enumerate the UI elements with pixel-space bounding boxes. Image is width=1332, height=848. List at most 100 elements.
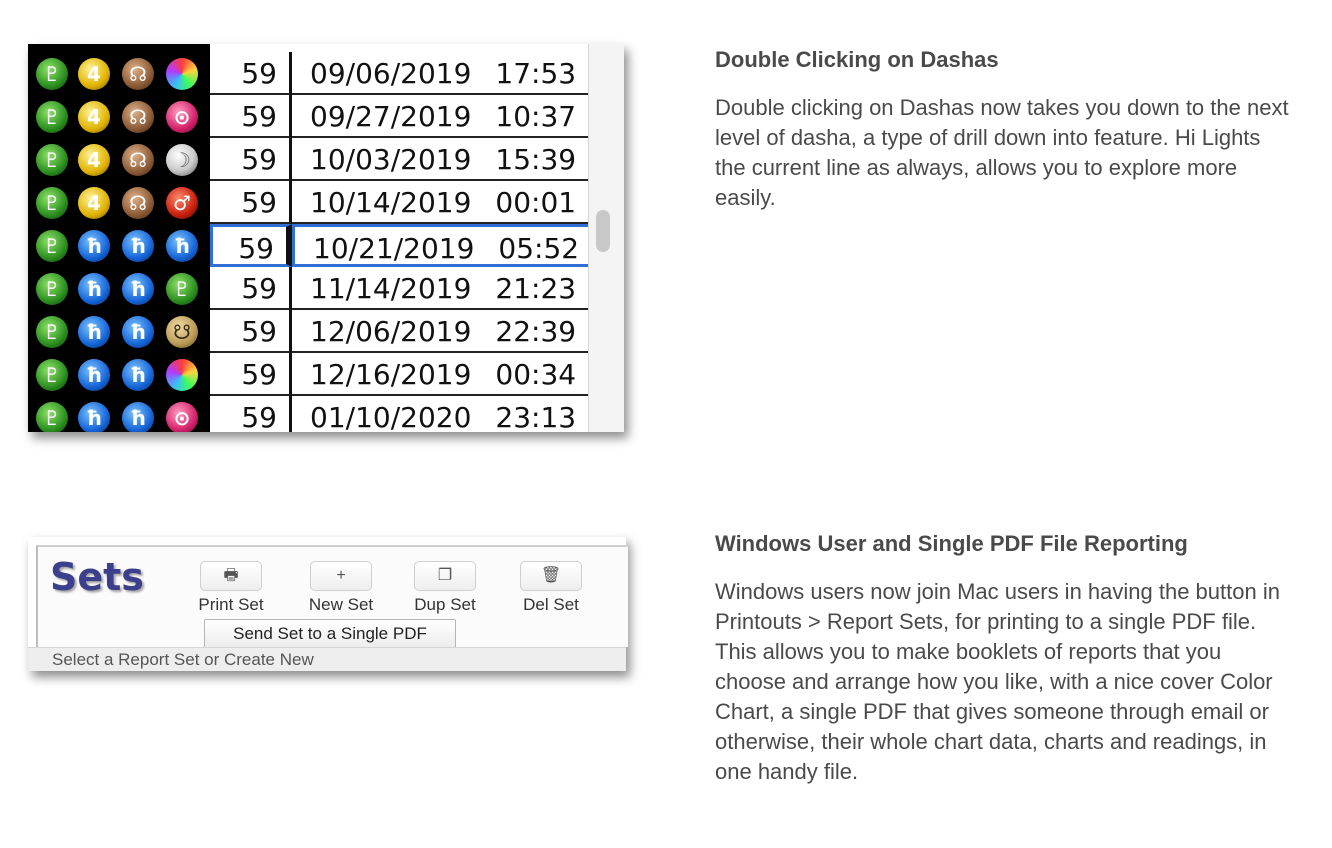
send-to-single-pdf-button[interactable]: Send Set to a Single PDF: [204, 619, 456, 649]
dasha-datetime-cell: 10/14/2019 00:01: [292, 181, 588, 224]
pluto-icon: ♇: [36, 58, 68, 90]
saturn-icon: ħ: [78, 359, 110, 391]
ketu-icon: ☋: [166, 316, 198, 348]
mars-icon: ♂: [166, 187, 198, 219]
dasha-datetime-cell: 01/10/2020 23:13: [292, 396, 588, 432]
print-set-button[interactable]: 🖶 Print Set: [196, 561, 266, 615]
dasha-icon-row: ♇ ħ ħ ħ: [28, 224, 210, 267]
rahu-icon: ☊: [122, 187, 154, 219]
dasha-time: 05:52: [498, 232, 580, 265]
printer-icon: 🖶: [200, 561, 262, 591]
dasha-icon-row: ♇ 4 ☊ ♂: [28, 181, 210, 224]
scrollbar-thumb[interactable]: [596, 210, 610, 252]
section-heading: Windows User and Single PDF File Reporti…: [715, 531, 1188, 556]
dasha-datetime-cell: 12/06/2019 22:39: [292, 310, 588, 353]
new-set-button[interactable]: + New Set: [306, 561, 376, 615]
pluto-icon: ♇: [36, 359, 68, 391]
dasha-time: 23:13: [495, 401, 577, 432]
trash-icon: 🗑: [520, 561, 582, 591]
print-set-label: Print Set: [198, 595, 264, 614]
dasha-row[interactable]: 59 09/27/2019 10:37: [210, 95, 588, 138]
dup-set-button[interactable]: ❐ Dup Set: [410, 561, 480, 615]
dasha-date: 09/27/2019: [310, 100, 472, 133]
pluto-icon: ♇: [36, 101, 68, 133]
dasha-date: 12/06/2019: [310, 315, 472, 348]
sun-icon: ⊙: [166, 101, 198, 133]
jupiter-icon: 4: [78, 58, 110, 90]
dasha-icon-row: ♇ ħ ħ ☋: [28, 310, 210, 353]
section-body: Double clicking on Dashas now takes you …: [715, 95, 1289, 210]
dasha-icon-row: ♇ 4 ☊ ☽: [28, 138, 210, 181]
pluto-icon: ♇: [36, 144, 68, 176]
section-body: Windows users now join Mac users in havi…: [715, 579, 1280, 784]
dasha-datetime-cell: 10/21/2019 05:52: [292, 224, 588, 267]
saturn-icon: ħ: [166, 230, 198, 262]
dasha-date: 01/10/2020: [310, 401, 472, 432]
dasha-row[interactable]: 59 01/10/2020 23:13: [210, 396, 588, 432]
dasha-time: 00:34: [495, 358, 577, 391]
dasha-table-panel: ♇ 4 ☊ ♇ 4 ☊ ⊙ ♇ 4 ☊ ☽ ♇ 4 ☊ ♂ ♇ ħ ħ ħ ♇ ħ ħ ♇ ♇ ħ ħ ☋ ♇ ħ ħ ♇ ħ ħ ⊙ 59 09/…: [28, 44, 624, 432]
saturn-icon: ħ: [78, 402, 110, 432]
dasha-datetime-cell: 09/27/2019 10:37: [292, 95, 588, 138]
dasha-time: 00:01: [495, 186, 577, 219]
sets-toolbar-panel: Sets 🖶 Print Set + New Set ❐ Dup Set 🗑 D…: [28, 537, 628, 671]
saturn-icon: ħ: [78, 316, 110, 348]
pluto-icon: ♇: [166, 273, 198, 305]
moon-icon: ☽: [166, 144, 198, 176]
dasha-date: 10/03/2019: [310, 143, 472, 176]
saturn-icon: ħ: [122, 316, 154, 348]
dasha-number-cell: 59: [210, 353, 292, 396]
dasha-icon-row: ♇ 4 ☊ ⊙: [28, 95, 210, 138]
section-windows-pdf: Windows User and Single PDF File Reporti…: [715, 529, 1295, 787]
sun-icon: ⊙: [166, 402, 198, 432]
dasha-row[interactable]: 59 09/06/2019 17:53: [210, 52, 588, 95]
dasha-row-selected[interactable]: 59 10/21/2019 05:52: [210, 224, 588, 267]
pluto-icon: ♇: [36, 187, 68, 219]
status-bar: Select a Report Set or Create New: [28, 647, 626, 671]
plus-icon: +: [310, 561, 372, 591]
duplicate-icon: ❐: [414, 561, 476, 591]
venus-icon: [166, 58, 198, 90]
saturn-icon: ħ: [122, 402, 154, 432]
dasha-row[interactable]: 59 10/03/2019 15:39: [210, 138, 588, 181]
section-double-clicking: Double Clicking on Dashas Double clickin…: [715, 45, 1295, 213]
saturn-icon: ħ: [122, 230, 154, 262]
dasha-time: 22:39: [495, 315, 577, 348]
dasha-datetime-cell: 09/06/2019 17:53: [292, 52, 588, 95]
dasha-number-cell: 59: [210, 138, 292, 181]
pluto-icon: ♇: [36, 230, 68, 262]
rahu-icon: ☊: [122, 144, 154, 176]
dasha-date: 10/14/2019: [310, 186, 472, 219]
dasha-number-cell: 59: [210, 52, 292, 95]
dasha-icon-row: ♇ 4 ☊: [28, 52, 210, 95]
jupiter-icon: 4: [78, 187, 110, 219]
section-heading: Double Clicking on Dashas: [715, 47, 999, 72]
dasha-date: 10/21/2019: [313, 232, 475, 265]
venus-icon: [166, 359, 198, 391]
dasha-icon-row: ♇ ħ ħ: [28, 353, 210, 396]
dasha-time: 15:39: [495, 143, 577, 176]
del-set-button[interactable]: 🗑 Del Set: [516, 561, 586, 615]
dasha-time: 21:23: [495, 272, 577, 305]
dasha-number-cell: 59: [210, 267, 292, 310]
saturn-icon: ħ: [122, 359, 154, 391]
dasha-number-cell: 59: [210, 181, 292, 224]
pluto-icon: ♇: [36, 273, 68, 305]
dasha-number-cell: 59: [210, 396, 292, 432]
dasha-datetime-cell: 12/16/2019 00:34: [292, 353, 588, 396]
planet-icon-column: ♇ 4 ☊ ♇ 4 ☊ ⊙ ♇ 4 ☊ ☽ ♇ 4 ☊ ♂ ♇ ħ ħ ħ ♇ ħ ħ ♇ ♇ ħ ħ ☋ ♇ ħ ħ ♇ ħ ħ ⊙: [28, 44, 210, 432]
dasha-icon-row: ♇ ħ ħ ⊙: [28, 396, 210, 432]
dasha-row[interactable]: 59 12/16/2019 00:34: [210, 353, 588, 396]
jupiter-icon: 4: [78, 101, 110, 133]
dasha-number-cell: 59: [210, 310, 292, 353]
dasha-row[interactable]: 59 11/14/2019 21:23: [210, 267, 588, 310]
saturn-icon: ħ: [122, 273, 154, 305]
dasha-date: 11/14/2019: [310, 272, 472, 305]
saturn-icon: ħ: [78, 230, 110, 262]
dasha-row[interactable]: 59 10/14/2019 00:01: [210, 181, 588, 224]
rahu-icon: ☊: [122, 58, 154, 90]
jupiter-icon: 4: [78, 144, 110, 176]
dasha-row[interactable]: 59 12/06/2019 22:39: [210, 310, 588, 353]
dasha-icon-row: ♇ ħ ħ ♇: [28, 267, 210, 310]
dasha-date: 09/06/2019: [310, 57, 472, 90]
